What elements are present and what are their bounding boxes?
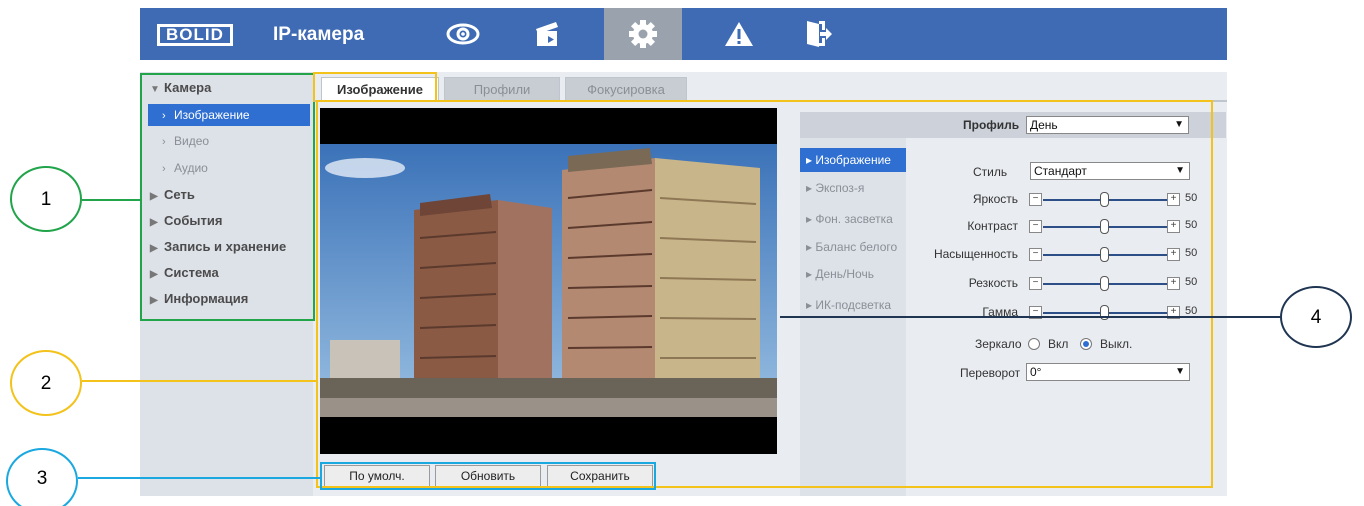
- warning-icon: [725, 22, 753, 46]
- callout-2: 2: [10, 350, 82, 416]
- page: BOLID IP-камера ▼ Камера › Изображение ›…: [0, 0, 1364, 506]
- buttons-highlight: [320, 462, 656, 490]
- callout-line-3: [78, 477, 322, 479]
- eye-icon: [446, 23, 480, 45]
- sidebar-highlight: [140, 73, 315, 321]
- tab-focus[interactable]: Фокусировка: [565, 77, 687, 101]
- logout-button[interactable]: [780, 8, 858, 60]
- content-highlight: [316, 100, 1213, 488]
- top-header: BOLID IP-камера: [140, 8, 1227, 60]
- tab-highlight: [313, 72, 437, 102]
- tab-profiles[interactable]: Профили: [444, 77, 560, 101]
- playback-button[interactable]: [508, 8, 586, 60]
- live-view-button[interactable]: [424, 8, 502, 60]
- callout-3: 3: [6, 448, 78, 506]
- gear-icon: [629, 20, 657, 48]
- alarm-button[interactable]: [700, 8, 778, 60]
- exit-icon: [807, 21, 832, 47]
- brand-logo: BOLID: [157, 24, 233, 46]
- callout-1: 1: [10, 166, 82, 232]
- settings-button[interactable]: [604, 8, 682, 60]
- callout-line-1: [82, 199, 142, 201]
- callout-line-4: [780, 316, 1280, 318]
- app-title: IP-камера: [273, 24, 365, 45]
- callout-4: 4: [1280, 286, 1352, 348]
- clapperboard-icon: [536, 22, 558, 46]
- callout-line-2: [82, 380, 318, 382]
